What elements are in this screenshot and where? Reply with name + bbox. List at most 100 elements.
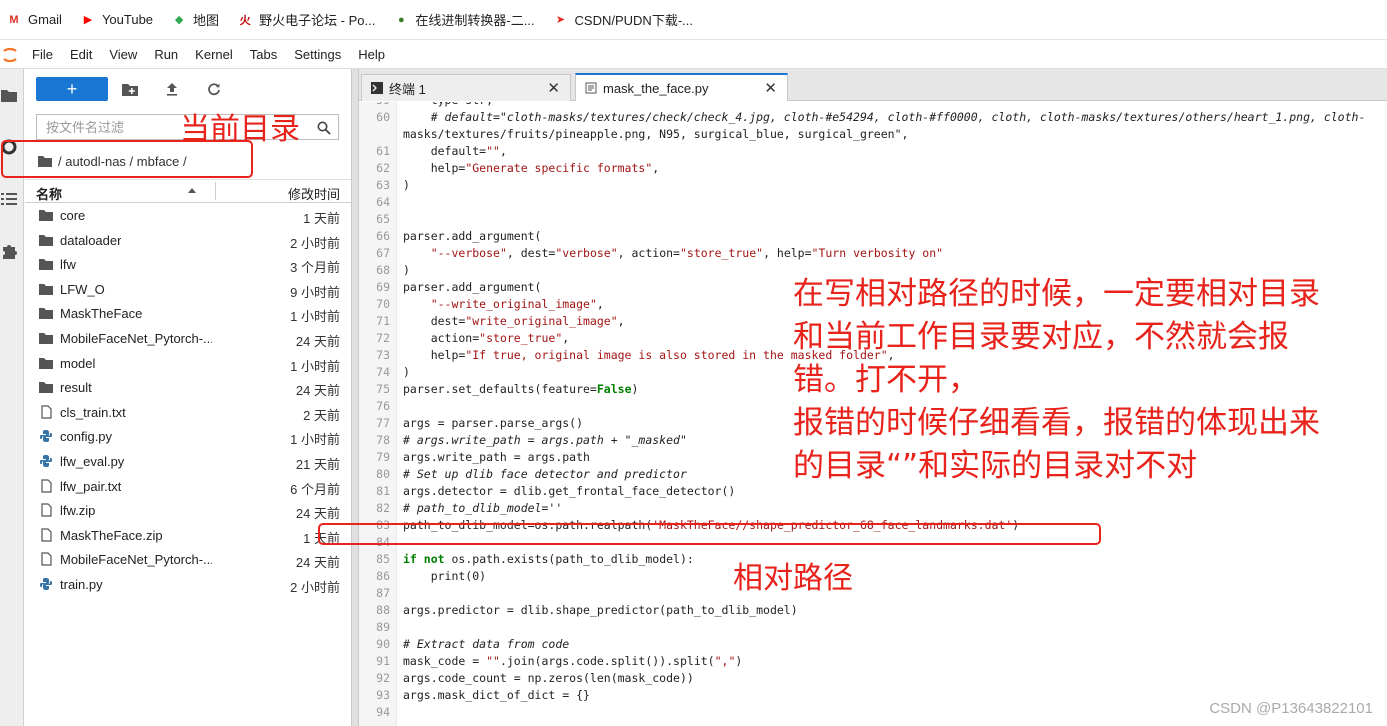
close-icon[interactable]: ✕: [547, 79, 560, 97]
file-browser-toolbar: +: [36, 77, 222, 101]
file-row[interactable]: train.py 2 小时前: [25, 572, 351, 597]
file-row[interactable]: LFW_O 9 小时前: [25, 277, 351, 302]
relative-path-highlight: [318, 523, 1101, 545]
close-icon[interactable]: ✕: [764, 79, 777, 97]
watermark: CSDN @P13643822101: [1209, 700, 1373, 717]
menu-tabs[interactable]: Tabs: [250, 47, 286, 62]
menu-edit[interactable]: Edit: [70, 47, 101, 62]
maps-icon: ◆: [174, 14, 184, 26]
code-text: args = parser.parse_args(): [403, 416, 584, 430]
line-number: 89: [376, 620, 390, 634]
file-row[interactable]: lfw.zip 24 天前: [25, 498, 351, 523]
column-modified[interactable]: 修改时间: [288, 184, 340, 203]
file-row[interactable]: MobileFaceNet_Pytorch-... 24 天前: [25, 326, 351, 351]
menu-run[interactable]: Run: [154, 47, 187, 62]
extension-icon[interactable]: [0, 242, 18, 260]
code-line: 87: [359, 585, 1387, 602]
tab-label: mask_the_face.py: [603, 80, 709, 96]
code-line: 90 # Extract data from code: [359, 636, 1387, 653]
file-row[interactable]: core 1 天前: [25, 203, 351, 228]
code-line: 86 print(0): [359, 568, 1387, 585]
toc-icon[interactable]: [0, 190, 18, 208]
send-icon: ➤: [555, 14, 566, 26]
annotation-note-line4: 报错的时候仔细看看，报错的体现出来: [793, 405, 1320, 441]
bookmark-item[interactable]: ● 在线进制转换器-二...: [393, 10, 535, 29]
tab-mask-the-face[interactable]: mask_the_face.py ✕: [575, 73, 788, 101]
file-name: cls_train.txt: [60, 404, 126, 420]
column-name[interactable]: 名称: [36, 184, 62, 203]
annotation-note-line3: 错。打不开，: [793, 362, 979, 398]
code-text: # Extract data from code: [403, 637, 570, 651]
code-text: dest="write_original_image",: [403, 314, 625, 328]
panel-splitter[interactable]: [351, 69, 359, 726]
file-row[interactable]: lfw 3 个月前: [25, 252, 351, 277]
file-row[interactable]: model 1 小时前: [25, 351, 351, 376]
code-text: default="",: [403, 144, 507, 158]
code-line: 61 default="",: [359, 143, 1387, 160]
bookmark-item[interactable]: ▶ YouTube: [80, 12, 153, 27]
menu-help[interactable]: Help: [358, 47, 394, 62]
file-row[interactable]: cls_train.txt 2 天前: [25, 400, 351, 425]
menu-file[interactable]: File: [32, 47, 62, 62]
folder-icon[interactable]: [0, 86, 18, 104]
line-number: 64: [376, 195, 390, 209]
file-row[interactable]: result 24 天前: [25, 375, 351, 400]
file-row[interactable]: dataloader 2 小时前: [25, 228, 351, 253]
code-line: 64: [359, 194, 1387, 211]
bookmark-item[interactable]: ➤ CSDN/PUDN下载-...: [553, 10, 693, 29]
bookmark-item[interactable]: 火野火电子论坛 - Po...: [237, 10, 376, 29]
new-folder-icon[interactable]: [122, 81, 138, 97]
file-row[interactable]: lfw_eval.py 21 天前: [25, 449, 351, 474]
line-number: 75: [376, 382, 390, 396]
file-name: LFW_O: [60, 281, 105, 297]
code-line: 67 "--verbose", dest="verbose", action="…: [359, 245, 1387, 262]
file-modified-time: 24 天前: [295, 506, 340, 522]
column-divider[interactable]: [215, 182, 216, 200]
file-row[interactable]: MobileFaceNet_Pytorch-... 24 天前: [25, 547, 351, 572]
bookmark-label: 地图: [193, 13, 220, 28]
file-modified-time: 24 天前: [295, 383, 340, 399]
tab-terminal[interactable]: 终端 1 ✕: [361, 74, 571, 101]
file-name: train.py: [60, 576, 103, 592]
file-row[interactable]: MaskTheFace 1 小时前: [25, 301, 351, 326]
line-number: 73: [376, 348, 390, 362]
file-name: model: [60, 355, 96, 371]
code-text: parser.set_defaults(feature=False): [403, 382, 639, 396]
file-row[interactable]: lfw_pair.txt 6 个月前: [25, 474, 351, 499]
file-row[interactable]: config.py 1 小时前: [25, 424, 351, 449]
file-modified-time: 24 天前: [295, 333, 340, 349]
menu-settings[interactable]: Settings: [294, 47, 350, 62]
line-number: 85: [376, 552, 390, 566]
code-text: # path_to_dlib_model='': [403, 501, 563, 515]
code-text: print(0): [403, 569, 487, 583]
line-number: 87: [376, 586, 390, 600]
python-icon: [40, 454, 52, 467]
file-modified-time: 1 小时前: [290, 309, 340, 325]
code-line: 60 # default="cloth-masks/textures/check…: [359, 109, 1387, 126]
menu-view[interactable]: View: [109, 47, 146, 62]
bookmark-item[interactable]: ◆ 地图: [171, 10, 219, 29]
python-icon: [40, 577, 52, 590]
code-line: 82 # path_to_dlib_model='': [359, 500, 1387, 517]
code-text: help="Generate specific formats",: [403, 161, 660, 175]
gmail-icon: M: [9, 13, 19, 26]
refresh-icon[interactable]: [206, 81, 222, 97]
file-row[interactable]: MaskTheFace.zip 1 天前: [25, 523, 351, 548]
folder-icon: [39, 357, 53, 369]
line-number: 81: [376, 484, 390, 498]
code-text: ): [403, 178, 410, 192]
line-number: 68: [376, 263, 390, 277]
code-text: parser.add_argument(: [403, 229, 542, 243]
new-launcher-button[interactable]: +: [36, 77, 108, 101]
bookmark-item[interactable]: M Gmail: [6, 12, 62, 27]
menu-kernel[interactable]: Kernel: [195, 47, 242, 62]
file-name: config.py: [60, 429, 113, 445]
converter-icon: ●: [398, 13, 405, 26]
upload-icon[interactable]: [164, 81, 180, 97]
file-modified-time: 2 小时前: [290, 579, 340, 595]
line-number: 88: [376, 603, 390, 617]
code-line: 63): [359, 177, 1387, 194]
code-text: parser.add_argument(: [403, 280, 542, 294]
code-line: masks/textures/fruits/pineapple.png, N95…: [359, 126, 1387, 143]
file-modified-time: 3 个月前: [290, 260, 340, 276]
